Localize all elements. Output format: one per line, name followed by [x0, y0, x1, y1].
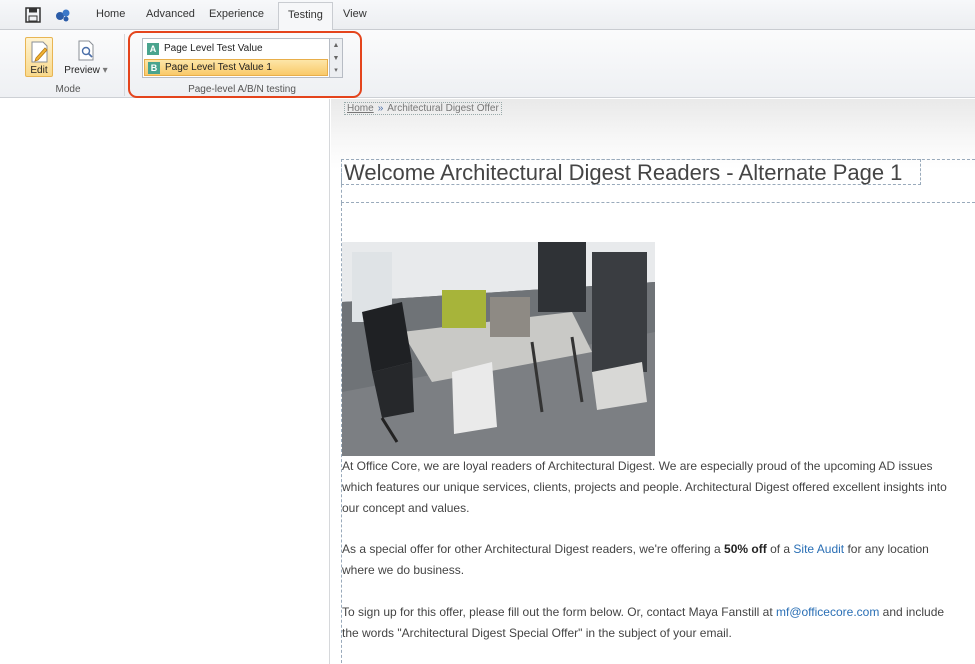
preview-button[interactable]: Preview ▾ — [60, 37, 112, 77]
tab-advanced[interactable]: Advanced — [146, 8, 195, 20]
tab-home[interactable]: Home — [96, 8, 125, 20]
breadcrumb: Home» Architectural Digest Offer — [344, 102, 502, 115]
sitecore-logo-icon[interactable] — [54, 7, 72, 23]
discount-text: 50% off — [724, 542, 767, 556]
preview-icon — [78, 40, 96, 67]
email-link[interactable]: mf@officecore.com — [776, 605, 879, 619]
signup-text: To sign up for this offer, please fill o… — [342, 605, 776, 619]
tab-view[interactable]: View — [343, 8, 367, 20]
page-content: Home» Architectural Digest Offer Welcome … — [331, 99, 975, 664]
tab-testing[interactable]: Testing — [278, 2, 333, 31]
breadcrumb-current: Architectural Digest Offer — [387, 103, 499, 114]
offer-paragraph: As a special offer for other Architectur… — [342, 539, 964, 581]
intro-paragraph: At Office Core, we are loyal readers of … — [342, 459, 947, 515]
offer-text: As a special offer for other Architectur… — [342, 542, 725, 556]
annotation-highlight — [128, 31, 362, 98]
edit-icon — [30, 41, 50, 68]
tab-experience[interactable]: Experience — [209, 8, 264, 20]
offer-text: of a — [766, 542, 794, 556]
ribbon-tab-bar: Home Advanced Experience Testing View — [0, 0, 975, 31]
save-icon[interactable] — [25, 7, 41, 23]
left-pane — [0, 99, 330, 664]
edit-button-label: Edit — [30, 65, 48, 76]
mode-group-label: Mode — [55, 84, 81, 95]
signup-paragraph: To sign up for this offer, please fill o… — [342, 602, 964, 644]
page-title[interactable]: Welcome Architectural Digest Readers - A… — [341, 159, 921, 185]
site-audit-link[interactable]: Site Audit — [793, 542, 844, 556]
edit-button[interactable]: Edit — [25, 37, 53, 77]
breadcrumb-home-link[interactable]: Home — [347, 103, 374, 114]
group-separator — [124, 34, 125, 96]
office-photo[interactable] — [342, 242, 655, 456]
preview-button-label: Preview ▾ — [64, 65, 108, 76]
breadcrumb-separator: » — [377, 103, 384, 114]
